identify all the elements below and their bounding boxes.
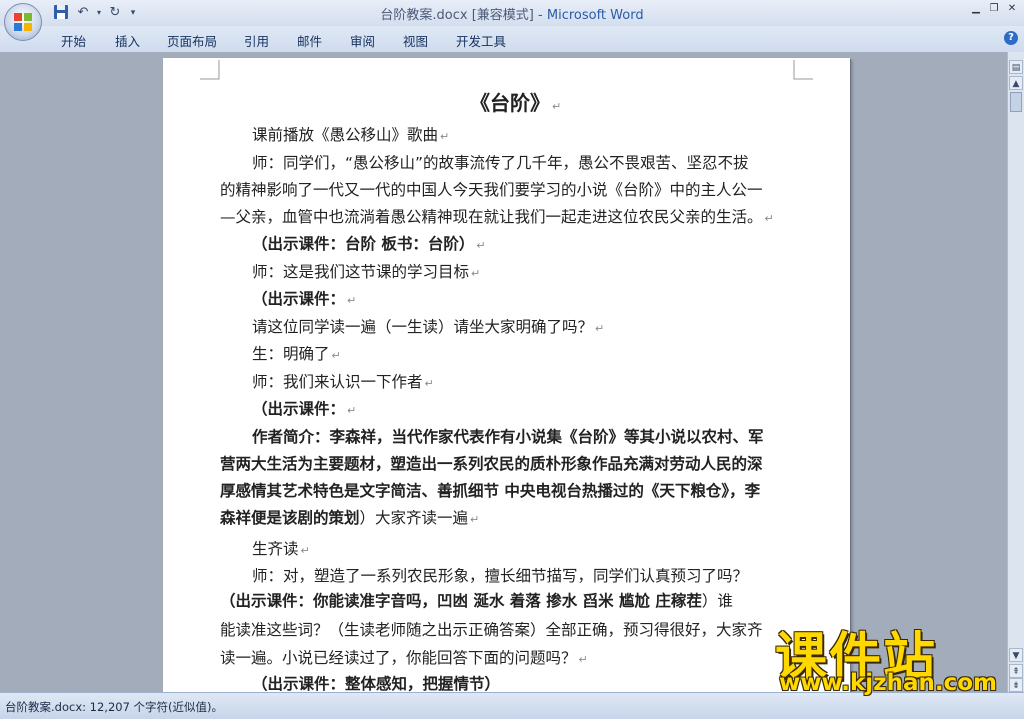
ribbon-tabs: 开始 插入 页面布局 引用 邮件 审阅 视图 开发工具 ? — [0, 26, 1024, 53]
document-line: （出示课件： ↵ — [252, 289, 356, 311]
line-text: 厚感情其艺术特色是文字简洁、善抓细节 中央电视台热播过的《天下粮仓》，李 — [220, 482, 761, 500]
title-bar: ↶ ▾ ↻ ▾ 台阶教案.docx [兼容模式] - Microsoft Wor… — [0, 0, 1024, 26]
tab-review[interactable]: 审阅 — [350, 31, 375, 50]
line-text: （出示课件： — [252, 290, 346, 308]
line-text: 的精神影响了一代又一代的中国人今天我们要学习的小说《台阶》中的主人公一 — [220, 181, 763, 199]
paragraph-mark-icon: ↵ — [595, 322, 605, 335]
line-text: 师：对，塑造了一系列农民形象，擅长细节描写，同学们认真预习了吗？ — [252, 567, 749, 585]
app-name: Microsoft Word — [546, 8, 644, 23]
watermark-url: www.kjzhan.com — [779, 670, 997, 696]
paragraph-mark-icon: ↵ — [331, 349, 341, 362]
line-text: （出示课件：整体感知，把握情节） — [252, 675, 501, 693]
line-text-tail: ）谁 — [701, 592, 733, 610]
next-page-icon[interactable]: ⇟ — [1009, 678, 1023, 692]
document-line: 生齐读 ↵ — [252, 539, 310, 561]
window-title: 台阶教案.docx [兼容模式] - Microsoft Word — [380, 8, 644, 23]
tab-home[interactable]: 开始 — [61, 31, 86, 50]
document-line: 请这位同学读一遍（一生读）请坐大家明确了吗？ ↵ — [252, 317, 604, 339]
paragraph-mark-icon: ↵ — [440, 130, 450, 143]
tab-developer[interactable]: 开发工具 — [456, 31, 506, 50]
document-line: 作者简介：李森祥，当代作家代表作有小说集《台阶》等其小说以农村、军 — [252, 427, 764, 447]
tab-page-layout[interactable]: 页面布局 — [167, 31, 217, 50]
line-text: 《台阶》 — [470, 91, 550, 115]
margin-corner-marker — [793, 60, 813, 80]
office-button[interactable] — [4, 3, 42, 41]
document-line: 能读准这些词？（生读老师随之出示正确答案）全部正确，预习得很好，大家齐 — [220, 620, 763, 640]
line-text: 生：明确了 — [252, 345, 330, 363]
scroll-down-icon[interactable]: ▼ — [1009, 648, 1023, 662]
line-text-tail: ）大家齐读一遍 — [359, 509, 469, 527]
ruler-toggle-icon[interactable]: ▤ — [1009, 60, 1023, 74]
line-text: 能读准这些词？（生读老师随之出示正确答案）全部正确，预习得很好，大家齐 — [220, 621, 763, 639]
scroll-up-icon[interactable]: ▲ — [1009, 76, 1023, 90]
document-line: 课前播放《愚公移山》歌曲 ↵ — [252, 125, 449, 147]
line-text: （出示课件：你能读准字音吗，凹凼 涎水 着落 掺水 舀米 尴尬 庄稼茬 — [220, 592, 702, 610]
line-text: —父亲，血管中也流淌着愚公精神现在就让我们一起走进这位农民父亲的生活。 — [220, 208, 763, 226]
document-line: 师：同学们，“愚公移山”的故事流传了几千年，愚公不畏艰苦、坚忍不拔 — [252, 153, 749, 173]
document-line: （出示课件：你能读准字音吗，凹凼 涎水 着落 掺水 舀米 尴尬 庄稼茬）谁 — [220, 591, 733, 611]
paragraph-mark-icon: ↵ — [476, 239, 486, 252]
paragraph-mark-icon: ↵ — [347, 404, 357, 417]
tab-insert[interactable]: 插入 — [115, 31, 140, 50]
document-line: 的精神影响了一代又一代的中国人今天我们要学习的小说《台阶》中的主人公一 — [220, 180, 763, 200]
paragraph-mark-icon: ↵ — [424, 377, 434, 390]
line-text: 请这位同学读一遍（一生读）请坐大家明确了吗？ — [252, 318, 594, 336]
document-line: 师：我们来认识一下作者 ↵ — [252, 372, 434, 394]
document-line: 营两大生活为主要题材，塑造出一系列农民的质朴形象作品充满对劳动人民的深 — [220, 454, 763, 474]
paragraph-mark-icon: ↵ — [470, 513, 480, 526]
watermark-logo: 课件站 www.kjzhan.com — [775, 615, 1011, 696]
document-line: 师：这是我们这节课的学习目标 ↵ — [252, 262, 480, 284]
vertical-scrollbar[interactable]: ▤ ▲ ▼ ⇞ ⇟ — [1007, 52, 1024, 692]
scrollbar-thumb[interactable] — [1010, 92, 1022, 112]
document-line: （出示课件：台阶 板书：台阶） ↵ — [252, 234, 486, 256]
paragraph-mark-icon: ↵ — [552, 100, 562, 113]
document-line: 生：明确了 ↵ — [252, 344, 341, 366]
tab-references[interactable]: 引用 — [244, 31, 269, 50]
paragraph-mark-icon: ↵ — [347, 294, 357, 307]
line-text: 森祥便是该剧的策划 — [220, 509, 360, 527]
document-line: 师：对，塑造了一系列农民形象，擅长细节描写，同学们认真预习了吗？ — [252, 566, 748, 586]
document-line: 读一遍。小说已经读过了，你能回答下面的问题吗？ ↵ — [220, 648, 588, 670]
office-logo-icon — [14, 13, 32, 31]
line-text: 师：这是我们这节课的学习目标 — [252, 263, 470, 281]
document-name: 台阶教案.docx [兼容模式] — [380, 8, 534, 23]
close-icon[interactable]: ✕ — [1004, 2, 1020, 16]
document-line: （出示课件： ↵ — [252, 399, 356, 421]
line-text: 作者简介：李森祥，当代作家代表作有小说集《台阶》等其小说以农村、军 — [252, 428, 764, 446]
paragraph-mark-icon: ↵ — [471, 267, 481, 280]
status-bar: 台阶教案.docx: 12,207 个字符(近似值)。 — [0, 692, 1024, 719]
margin-corner-marker — [200, 60, 220, 80]
line-text: （出示课件： — [252, 400, 346, 418]
restore-icon[interactable]: ❐ — [986, 2, 1002, 16]
line-text: 读一遍。小说已经读过了，你能回答下面的问题吗？ — [220, 649, 577, 667]
line-text: 课前播放《愚公移山》歌曲 — [252, 126, 439, 144]
word-count-status[interactable]: 台阶教案.docx: 12,207 个字符(近似值)。 — [5, 699, 223, 715]
tab-mailings[interactable]: 邮件 — [297, 31, 322, 50]
paragraph-mark-icon: ↵ — [578, 653, 588, 666]
help-icon[interactable]: ? — [1004, 31, 1018, 45]
previous-page-icon[interactable]: ⇞ — [1009, 664, 1023, 678]
document-line: （出示课件：整体感知，把握情节） — [252, 674, 500, 694]
paragraph-mark-icon: ↵ — [300, 544, 310, 557]
minimize-icon[interactable]: ▁ — [968, 2, 984, 16]
document-title: 《台阶》 ↵ — [470, 90, 561, 120]
window-controls: ▁ ❐ ✕ — [968, 2, 1020, 16]
tab-view[interactable]: 视图 — [403, 31, 428, 50]
document-line: 厚感情其艺术特色是文字简洁、善抓细节 中央电视台热播过的《天下粮仓》，李 — [220, 481, 760, 501]
line-text: （出示课件：台阶 板书：台阶） — [252, 235, 475, 253]
line-text: 师：我们来认识一下作者 — [252, 373, 423, 391]
paragraph-mark-icon: ↵ — [764, 212, 774, 225]
line-text: 师：同学们，“愚公移山”的故事流传了几千年，愚公不畏艰苦、坚忍不拔 — [252, 154, 749, 172]
document-line: 森祥便是该剧的策划）大家齐读一遍 ↵ — [220, 508, 479, 530]
document-line: —父亲，血管中也流淌着愚公精神现在就让我们一起走进这位农民父亲的生活。 ↵ — [220, 207, 774, 229]
line-text: 生齐读 — [252, 540, 299, 558]
line-text: 营两大生活为主要题材，塑造出一系列农民的质朴形象作品充满对劳动人民的深 — [220, 455, 763, 473]
